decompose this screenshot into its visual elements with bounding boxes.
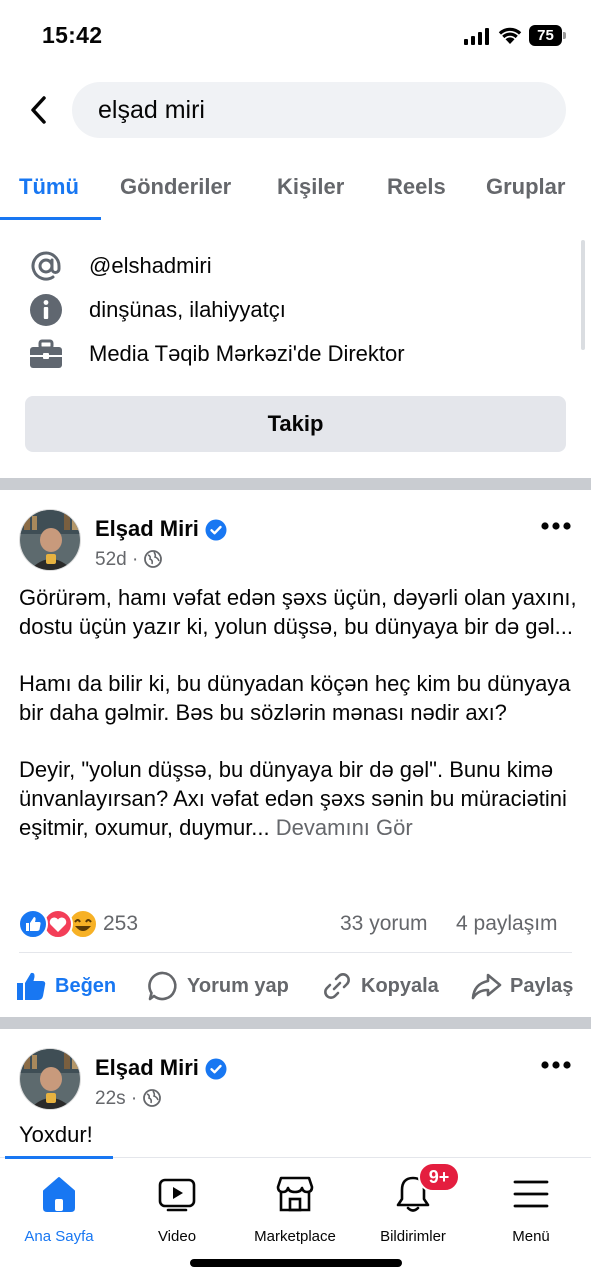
nav-home-label: Ana Sayfa (24, 1228, 94, 1245)
section-separator (0, 478, 591, 490)
tab-groups[interactable]: Gruplar (486, 174, 565, 200)
reaction-count[interactable]: 253 (103, 912, 138, 936)
nav-menu[interactable]: Menü (472, 1172, 590, 1252)
verified-badge-icon (205, 1058, 227, 1080)
battery-icon: 75 (529, 25, 567, 47)
home-indicator[interactable] (190, 1259, 402, 1267)
avatar[interactable] (19, 509, 81, 571)
see-more-link[interactable]: Devamını Gör (276, 815, 413, 840)
profile-work: Media Təqib Mərkəzi'de Direktor (89, 341, 405, 366)
wifi-icon (498, 27, 522, 44)
reaction-icons[interactable] (17, 908, 99, 940)
at-sign-icon (28, 248, 64, 284)
chevron-left-icon (31, 96, 46, 124)
nav-video-label: Video (157, 1228, 197, 1245)
info-username-row: @elshadmiri (28, 248, 568, 284)
post-text: Yoxdur! (19, 1122, 93, 1147)
search-query: elşad miri (98, 96, 205, 124)
post-author[interactable]: Elşad Miri (95, 516, 227, 542)
post-paragraph: Deyir, "yolun düşsə, bu dünyaya bir də g… (19, 757, 567, 840)
nav-marketplace-label: Marketplace (254, 1228, 336, 1245)
reactions-row: 253 33 yorum 4 paylaşım (17, 908, 577, 940)
nav-menu-label: Menü (512, 1228, 550, 1245)
share-button[interactable]: Paylaş (470, 966, 573, 1006)
scrollbar[interactable] (581, 240, 585, 350)
copy-label: Kopyala (361, 974, 439, 997)
comment-bubble-icon (148, 971, 177, 1001)
profile-username: @elshadmiri (89, 253, 212, 278)
home-icon (43, 1177, 75, 1212)
nav-home[interactable]: Ana Sayfa (0, 1172, 118, 1252)
share-count[interactable]: 4 paylaşım (456, 912, 558, 936)
follow-button[interactable]: Takip (25, 396, 566, 452)
video-icon (158, 1178, 196, 1212)
link-icon (324, 973, 350, 999)
globe-icon (142, 1089, 161, 1107)
more-options-button[interactable] (540, 1057, 572, 1073)
status-time: 15:42 (42, 22, 103, 48)
search-tabs: Tümü Gönderiler Kişiler Reels Gruplar (0, 160, 591, 220)
tab-people[interactable]: Kişiler (277, 174, 344, 200)
thumbs-up-icon (17, 972, 46, 1000)
tab-all[interactable]: Tümü (19, 174, 79, 200)
briefcase-icon (28, 336, 64, 372)
battery-level: 75 (529, 25, 562, 46)
avatar[interactable] (19, 1048, 81, 1110)
hamburger-menu-icon (513, 1180, 549, 1208)
post-meta: 52d · (95, 549, 162, 571)
like-label: Beğen (55, 974, 117, 997)
search-input[interactable]: elşad miri (72, 82, 566, 138)
divider (19, 952, 572, 953)
verified-badge-icon (205, 519, 227, 541)
post-text: Görürəm, hamı vəfat edən şəxs üçün, dəyə… (19, 583, 579, 842)
more-dots-icon (541, 1061, 571, 1069)
profile-bio: dinşünas, ilahiyyatçı (89, 297, 286, 322)
share-arrow-icon (471, 973, 502, 1000)
like-button[interactable]: Beğen (15, 966, 116, 1006)
active-nav-indicator (5, 1156, 113, 1159)
post-time: 22s (95, 1088, 126, 1109)
status-bar: 15:42 75 (0, 0, 591, 70)
info-icon (28, 292, 64, 328)
post-author[interactable]: Elşad Miri (95, 1055, 227, 1081)
info-work-row: Media Təqib Mərkəzi'de Direktor (28, 336, 568, 372)
cellular-signal-icon (464, 28, 489, 45)
marketplace-icon (276, 1176, 314, 1212)
nav-marketplace[interactable]: Marketplace (236, 1172, 354, 1252)
more-dots-icon (541, 522, 571, 530)
section-separator (0, 1017, 591, 1029)
post-paragraph: Görürəm, hamı vəfat edən şəxs üçün, dəyə… (19, 585, 577, 639)
back-button[interactable] (22, 92, 54, 128)
post-time: 52d (95, 549, 127, 570)
active-tab-indicator (0, 217, 101, 220)
tab-posts[interactable]: Gönderiler (120, 174, 231, 200)
nav-video[interactable]: Video (118, 1172, 236, 1252)
post-meta: 22s · (95, 1088, 161, 1110)
copy-link-button[interactable]: Kopyala (321, 966, 439, 1006)
comment-count[interactable]: 33 yorum (340, 912, 428, 936)
comment-label: Yorum yap (187, 974, 289, 997)
share-label: Paylaş (510, 974, 574, 997)
post-paragraph: Hamı da bilir ki, bu dünyadan köçən heç … (19, 671, 571, 725)
tab-reels[interactable]: Reels (387, 174, 446, 200)
notification-badge: 9+ (418, 1162, 460, 1192)
globe-icon (143, 550, 162, 568)
nav-notifications-label: Bildirimler (380, 1228, 446, 1245)
comment-button[interactable]: Yorum yap (147, 966, 289, 1006)
info-bio-row: dinşünas, ilahiyyatçı (28, 292, 568, 328)
more-options-button[interactable] (540, 518, 572, 534)
